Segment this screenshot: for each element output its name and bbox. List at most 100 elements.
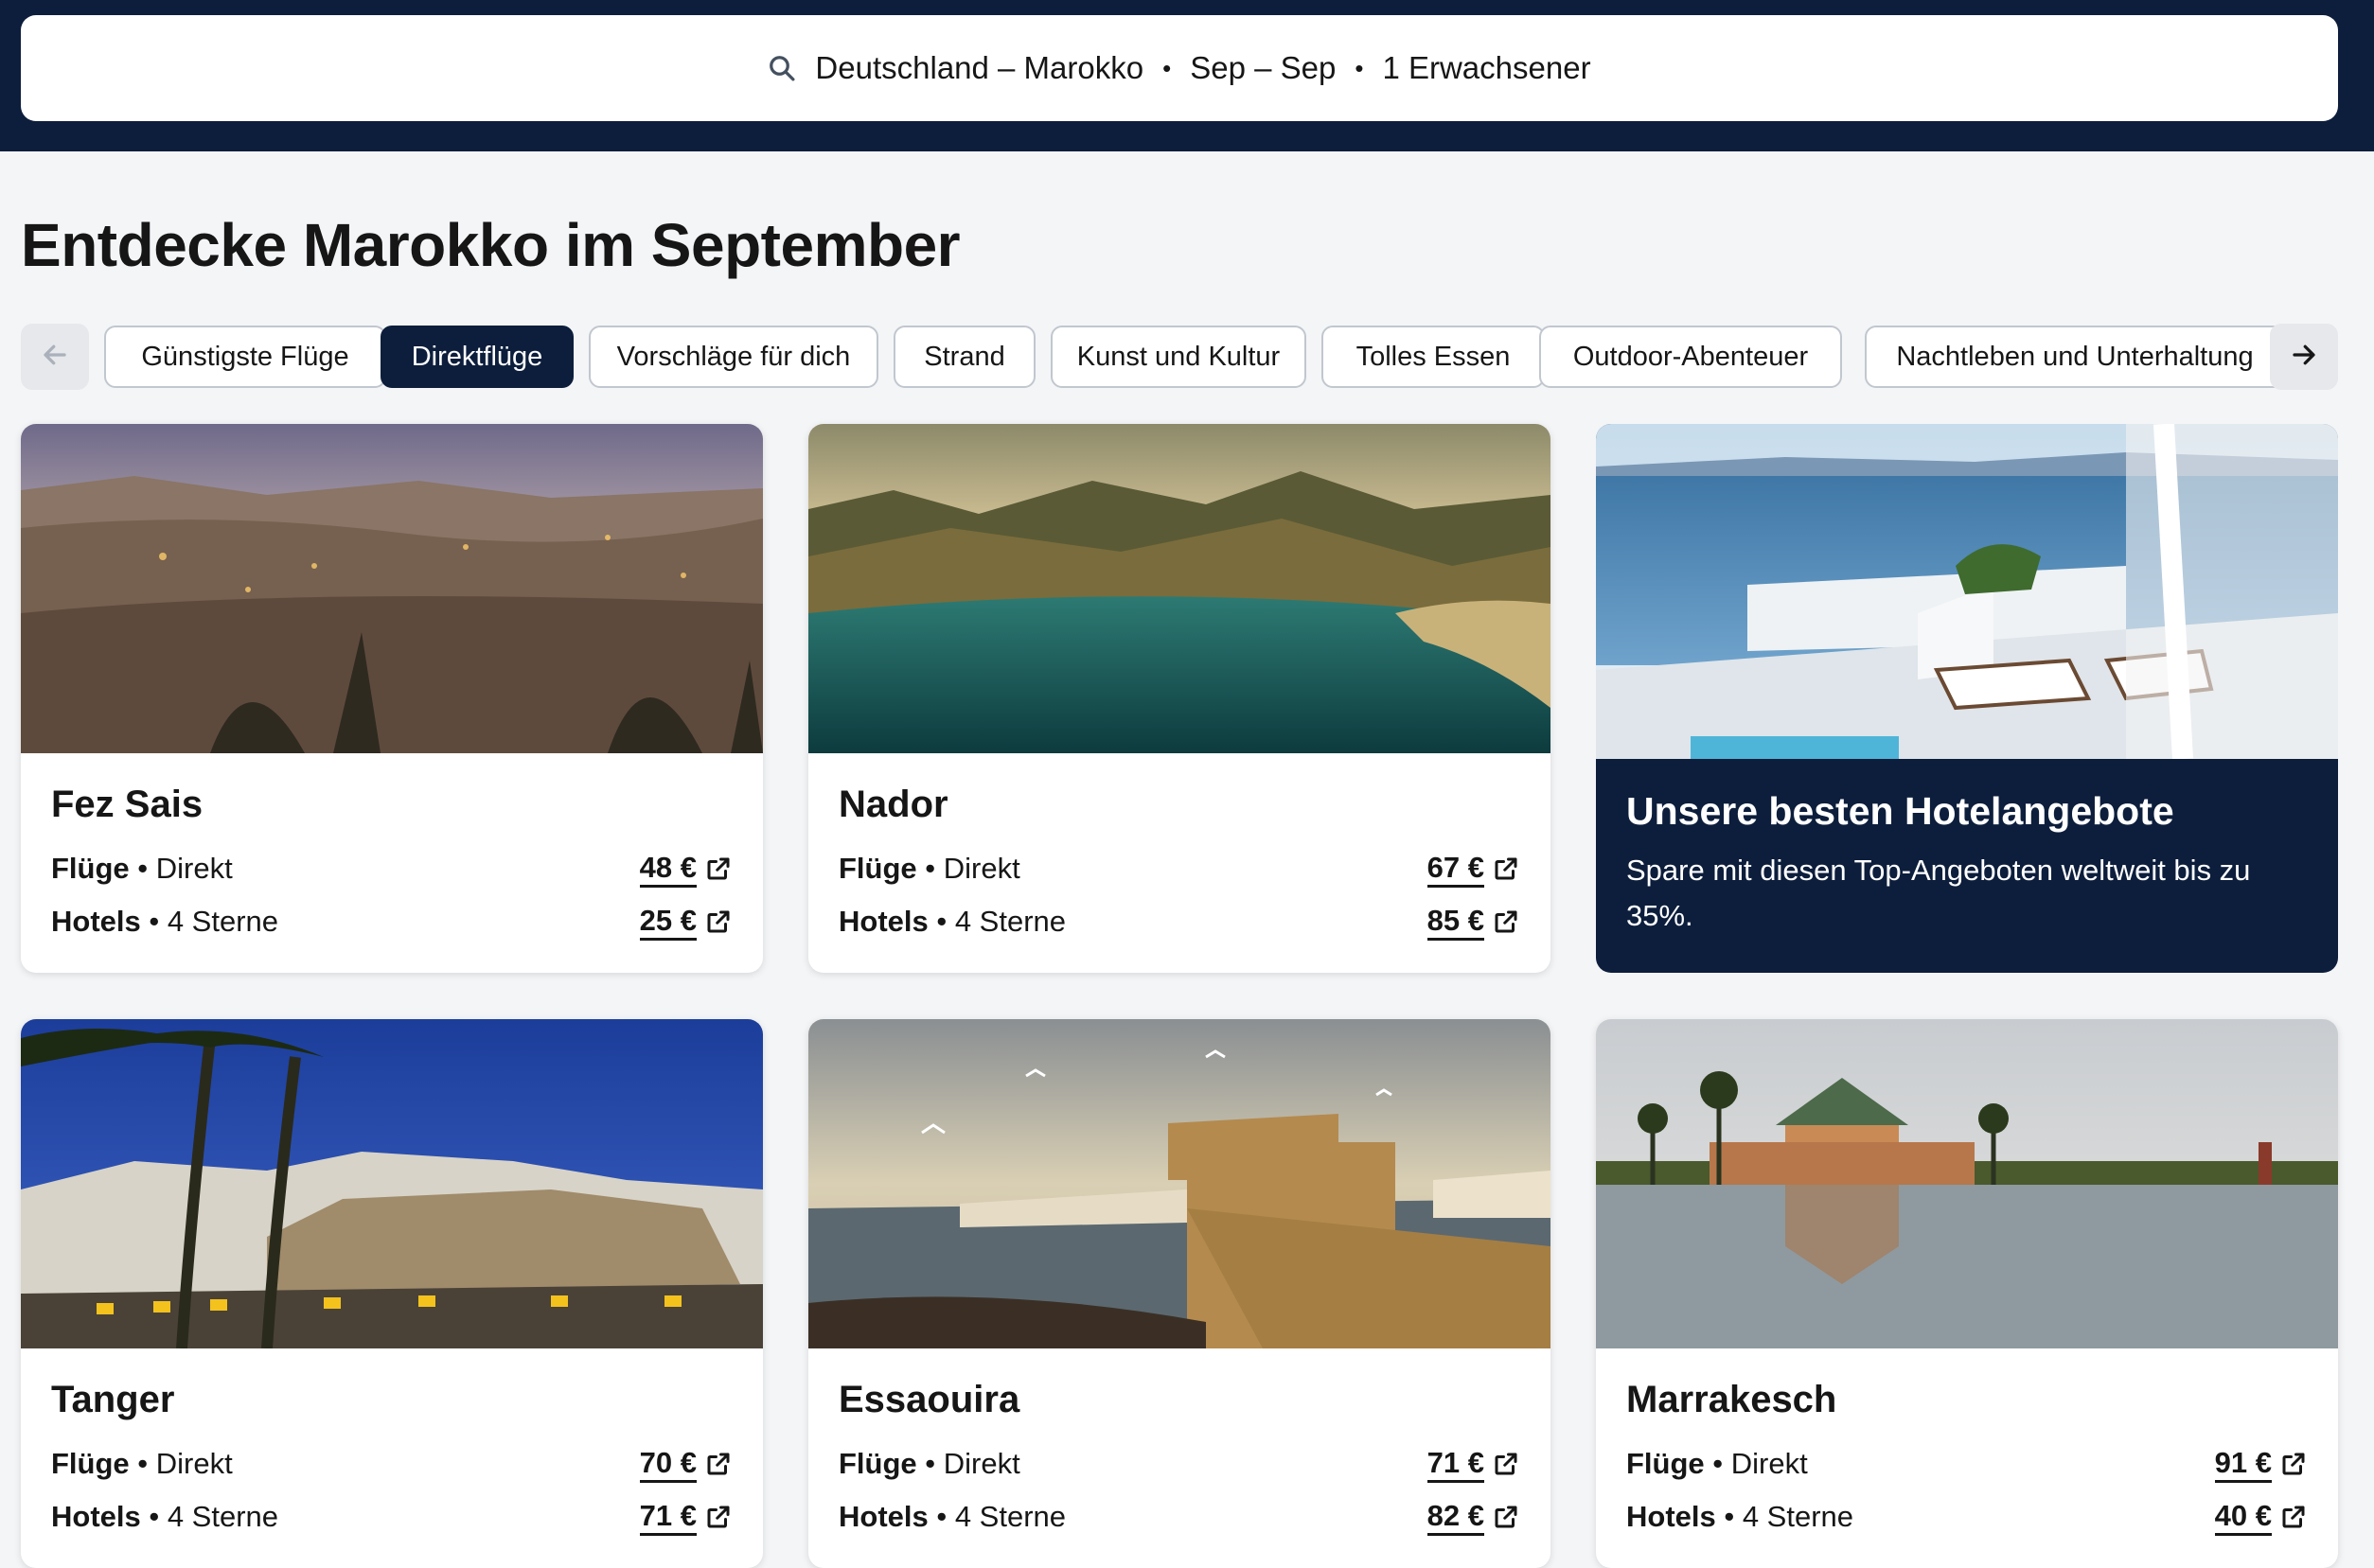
destination-card[interactable]: Fez Sais Flüge • Direkt 48 € Hotels • 4 … (21, 424, 763, 973)
flights-detail: • Direkt (129, 1447, 233, 1480)
separator-dot: • (1355, 53, 1364, 82)
flights-label: Flüge (51, 1447, 130, 1480)
external-link-icon (707, 1453, 730, 1475)
promo-photo (1596, 424, 2338, 760)
flight-price-link[interactable]: 71 € (1426, 1446, 1520, 1483)
flights-label: Flüge (51, 852, 130, 885)
hotels-label: Hotels (1626, 1500, 1716, 1533)
search-summary-button[interactable]: Deutschland – Marokko • Sep – Sep • 1 Er… (21, 15, 2338, 121)
search-route: Deutschland – Marokko (815, 50, 1144, 85)
destination-photo (21, 424, 763, 753)
flight-price: 91 € (2214, 1446, 2272, 1483)
destination-photo (808, 1019, 1550, 1348)
hotel-deals-promo[interactable]: Unsere besten Hotelangebote Spare mit di… (1596, 424, 2338, 973)
flight-price: 70 € (639, 1446, 697, 1483)
flights-row: Flüge • Direkt 67 € (839, 842, 1520, 895)
flights-row: Flüge • Direkt 48 € (51, 842, 733, 895)
external-link-icon (1495, 1453, 1517, 1475)
destination-name: Essaouira (839, 1379, 1020, 1420)
flight-price-link[interactable]: 48 € (639, 851, 733, 888)
hotel-price-link[interactable]: 25 € (639, 904, 733, 941)
card-body: Essaouira Flüge • Direkt 71 € Hotels • 4… (808, 1348, 1550, 1543)
destination-card[interactable]: Essaouira Flüge • Direkt 71 € Hotels • 4… (808, 1019, 1550, 1568)
flights-detail: • Direkt (916, 852, 1020, 885)
hotels-detail: • 4 Sterne (140, 1500, 279, 1533)
card-body: Fez Sais Flüge • Direkt 48 € Hotels • 4 … (21, 753, 763, 948)
search-travelers: 1 Erwachsener (1382, 50, 1591, 85)
filter-chip-beach[interactable]: Strand (894, 326, 1036, 388)
arrow-right-icon (2290, 341, 2318, 374)
flights-label: Flüge (839, 1447, 917, 1480)
flight-price: 71 € (1426, 1446, 1484, 1483)
hotel-price: 82 € (1426, 1499, 1484, 1536)
card-body: Marrakesch Flüge • Direkt 91 € Hotels • … (1596, 1348, 2338, 1543)
external-link-icon (707, 1506, 730, 1528)
hotels-label: Hotels (51, 905, 141, 938)
external-link-icon (707, 910, 730, 933)
destination-photo (1596, 1019, 2338, 1348)
flight-price: 67 € (1426, 851, 1484, 888)
card-body: Nador Flüge • Direkt 67 € Hotels • 4 Ste… (808, 753, 1550, 948)
flights-detail: • Direkt (1704, 1447, 1808, 1480)
scroll-left-button[interactable] (21, 324, 89, 390)
destination-photo (21, 1019, 763, 1349)
external-link-icon (1495, 1506, 1517, 1528)
hotels-row: Hotels • 4 Sterne 71 € (51, 1490, 733, 1543)
flight-price-link[interactable]: 91 € (2214, 1446, 2308, 1483)
promo-title: Unsere besten Hotelangebote (1626, 789, 2174, 833)
hotel-price-link[interactable]: 71 € (639, 1499, 733, 1536)
destination-card[interactable]: Nador Flüge • Direkt 67 € Hotels • 4 Ste… (808, 424, 1550, 973)
search-icon (768, 54, 796, 82)
hotel-price: 40 € (2214, 1499, 2272, 1536)
flights-detail: • Direkt (916, 1447, 1020, 1480)
hotel-price: 71 € (639, 1499, 697, 1536)
destination-name: Nador (839, 784, 948, 825)
hotels-row: Hotels • 4 Sterne 40 € (1626, 1490, 2308, 1543)
hotels-detail: • 4 Sterne (1715, 1500, 1854, 1533)
flights-detail: • Direkt (129, 852, 233, 885)
flights-row: Flüge • Direkt 91 € (1626, 1437, 2308, 1490)
filter-chip-suggestions[interactable]: Vorschläge für dich (589, 326, 878, 388)
destination-name: Fez Sais (51, 784, 204, 825)
external-link-icon (2282, 1453, 2305, 1475)
flights-label: Flüge (839, 852, 917, 885)
hotel-price-link[interactable]: 40 € (2214, 1499, 2308, 1536)
filter-chip-direct-flights[interactable]: Direktflüge (381, 326, 574, 388)
hotels-label: Hotels (839, 905, 929, 938)
filter-chip-great-food[interactable]: Tolles Essen (1321, 326, 1545, 388)
flight-price-link[interactable]: 70 € (639, 1446, 733, 1483)
flights-label: Flüge (1626, 1447, 1705, 1480)
hotel-price: 25 € (639, 904, 697, 941)
filter-chip-art-culture[interactable]: Kunst und Kultur (1051, 326, 1306, 388)
destination-card[interactable]: Marrakesch Flüge • Direkt 91 € Hotels • … (1596, 1019, 2338, 1568)
filter-chip-nightlife[interactable]: Nachtleben und Unterhaltung (1865, 326, 2285, 388)
flights-row: Flüge • Direkt 71 € (839, 1437, 1520, 1490)
destination-card[interactable]: Tanger Flüge • Direkt 70 € Hotels • 4 St… (21, 1019, 763, 1568)
hotel-price-link[interactable]: 82 € (1426, 1499, 1520, 1536)
hotels-row: Hotels • 4 Sterne 82 € (839, 1490, 1520, 1543)
external-link-icon (707, 857, 730, 880)
flights-row: Flüge • Direkt 70 € (51, 1437, 733, 1490)
external-link-icon (1495, 857, 1517, 880)
hotels-detail: • 4 Sterne (928, 1500, 1067, 1533)
filter-bar: Günstigste Flüge Direktflüge Vorschläge … (21, 324, 2338, 390)
hotel-price-link[interactable]: 85 € (1426, 904, 1520, 941)
hotels-row: Hotels • 4 Sterne 25 € (51, 895, 733, 948)
hotels-detail: • 4 Sterne (140, 905, 279, 938)
filter-chip-cheapest-flights[interactable]: Günstigste Flüge (104, 326, 386, 388)
scroll-right-button[interactable] (2270, 324, 2338, 390)
hotels-label: Hotels (51, 1500, 141, 1533)
filter-chip-outdoor[interactable]: Outdoor-Abenteuer (1539, 326, 1842, 388)
page-title: Entdecke Marokko im September (21, 211, 961, 279)
flight-price: 48 € (639, 851, 697, 888)
search-dates: Sep – Sep (1190, 50, 1337, 85)
external-link-icon (2282, 1506, 2305, 1528)
hotels-detail: • 4 Sterne (928, 905, 1067, 938)
hotel-price: 85 € (1426, 904, 1484, 941)
destination-photo (808, 424, 1550, 753)
hotels-label: Hotels (839, 1500, 929, 1533)
separator-dot: • (1162, 53, 1172, 82)
top-bar: Deutschland – Marokko • Sep – Sep • 1 Er… (0, 0, 2374, 151)
flight-price-link[interactable]: 67 € (1426, 851, 1520, 888)
arrow-left-icon (41, 341, 69, 374)
